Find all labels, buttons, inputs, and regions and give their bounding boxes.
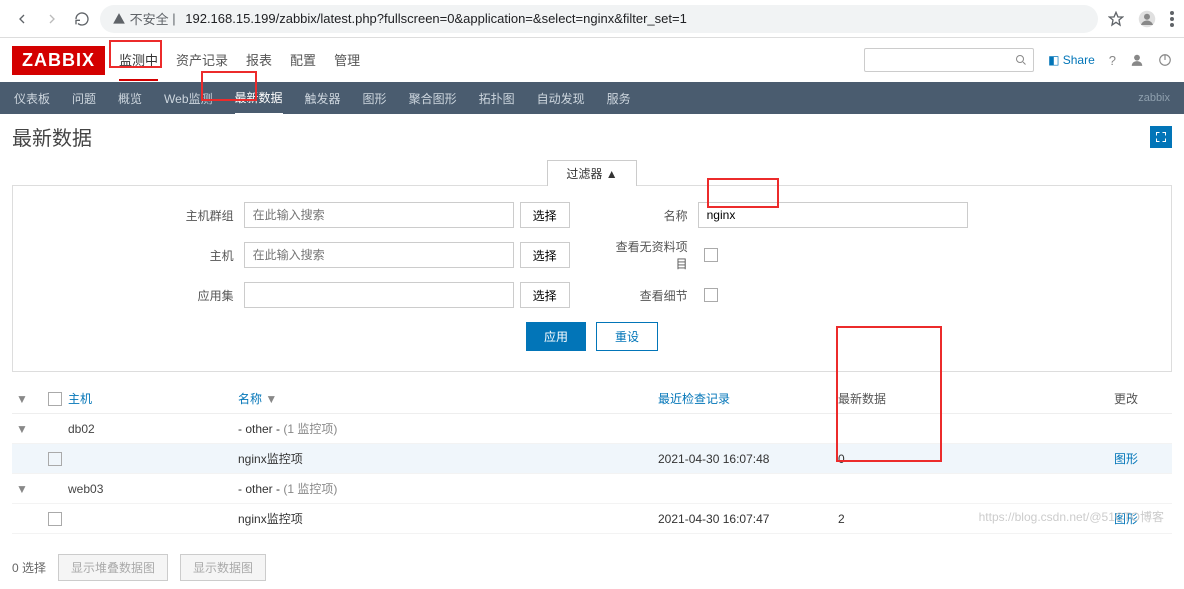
- filter-tab[interactable]: 过滤器 ▲: [547, 160, 636, 186]
- subnav-services[interactable]: 服务: [607, 90, 631, 107]
- input-name[interactable]: [698, 202, 968, 228]
- item-last-check: 2021-04-30 16:07:48: [658, 452, 838, 466]
- stacked-graph-button[interactable]: 显示堆叠数据图: [58, 554, 168, 581]
- item-name: nginx监控项: [238, 510, 658, 527]
- label-host: 主机: [174, 247, 234, 264]
- group-host: web03: [68, 482, 238, 496]
- reset-button[interactable]: 重设: [596, 322, 658, 351]
- th-name[interactable]: 名称: [238, 392, 262, 406]
- top-tab-admin[interactable]: 管理: [334, 40, 360, 81]
- insecure-warning: 不安全 |: [112, 9, 179, 28]
- table-group-row: ▼ db02 - other - (1 监控项): [12, 414, 1172, 444]
- table-group-row: ▼ web03 - other - (1 监控项): [12, 474, 1172, 504]
- checkbox-detail[interactable]: [704, 288, 718, 302]
- group-count: (1 监控项): [283, 482, 337, 496]
- user-icon[interactable]: [1130, 53, 1144, 67]
- back-icon[interactable]: [10, 7, 34, 31]
- subnav-overview[interactable]: 概览: [118, 90, 142, 107]
- label-host-group: 主机群组: [174, 207, 234, 224]
- input-host-group[interactable]: [244, 202, 514, 228]
- group-host: db02: [68, 422, 238, 436]
- star-icon[interactable]: [1108, 11, 1124, 27]
- help-icon[interactable]: ?: [1109, 53, 1116, 68]
- share-link[interactable]: ◧ Share: [1048, 53, 1095, 67]
- footer: 0 选择 显示堆叠数据图 显示数据图: [0, 546, 1184, 589]
- item-last-check: 2021-04-30 16:07:47: [658, 512, 838, 526]
- label-name: 名称: [608, 207, 688, 224]
- url-text: 192.168.15.199/zabbix/latest.php?fullscr…: [185, 11, 687, 26]
- logout-icon[interactable]: [1158, 53, 1172, 67]
- subnav-web[interactable]: Web监测: [164, 90, 212, 107]
- top-tab-config[interactable]: 配置: [290, 40, 316, 81]
- global-search[interactable]: [864, 48, 1034, 72]
- subnav-dashboard[interactable]: 仪表板: [14, 90, 50, 107]
- checkbox-all[interactable]: [48, 392, 62, 406]
- browser-bar: 不安全 | 192.168.15.199/zabbix/latest.php?f…: [0, 0, 1184, 38]
- logo[interactable]: ZABBIX: [12, 46, 105, 75]
- subnav-latest[interactable]: 最新数据: [235, 89, 283, 115]
- table-header: ▼ 主机 名称 ▼ 最近检查记录 最新数据 更改: [12, 384, 1172, 414]
- item-name: nginx监控项: [238, 450, 658, 467]
- label-no-data: 查看无资料项目: [608, 238, 688, 272]
- page-title: 最新数据: [12, 122, 92, 151]
- input-host[interactable]: [244, 242, 514, 268]
- subnav-screens[interactable]: 聚合图形: [409, 90, 457, 107]
- th-change: 更改: [1018, 390, 1138, 407]
- collapse-icon[interactable]: ▼: [16, 422, 42, 436]
- forward-icon[interactable]: [40, 7, 64, 31]
- page-title-row: 最新数据: [0, 114, 1184, 159]
- label-app: 应用集: [174, 287, 234, 304]
- select-host[interactable]: 选择: [520, 242, 570, 268]
- reload-icon[interactable]: [70, 7, 94, 31]
- subnav-triggers[interactable]: 触发器: [305, 90, 341, 107]
- selected-count: 0 选择: [12, 559, 46, 576]
- graph-link[interactable]: 图形: [1114, 452, 1138, 466]
- insecure-label: 不安全: [130, 9, 169, 28]
- table-row: nginx监控项 2021-04-30 16:07:48 0 图形: [12, 444, 1172, 474]
- filter-tab-row: 过滤器 ▲: [12, 159, 1172, 186]
- input-app[interactable]: [244, 282, 514, 308]
- top-tab-inventory[interactable]: 资产记录: [176, 40, 228, 81]
- apply-button[interactable]: 应用: [526, 322, 586, 351]
- collapse-icon[interactable]: ▼: [16, 482, 42, 496]
- group-count: (1 监控项): [283, 422, 337, 436]
- subnav-problems[interactable]: 问题: [72, 90, 96, 107]
- url-bar[interactable]: 不安全 | 192.168.15.199/zabbix/latest.php?f…: [100, 5, 1098, 33]
- collapse-all-icon[interactable]: ▼: [16, 392, 42, 406]
- select-host-group[interactable]: 选择: [520, 202, 570, 228]
- th-latest: 最新数据: [838, 390, 1018, 407]
- watermark: https://blog.csdn.net/@51CTO博客: [979, 508, 1164, 525]
- top-header: ZABBIX 监测中 资产记录 报表 配置 管理 ◧ Share ?: [0, 38, 1184, 82]
- th-last-check[interactable]: 最近检查记录: [658, 390, 838, 407]
- row-checkbox[interactable]: [48, 512, 62, 526]
- label-detail: 查看细节: [608, 287, 688, 304]
- top-tab-reports[interactable]: 报表: [246, 40, 272, 81]
- select-app[interactable]: 选择: [520, 282, 570, 308]
- row-checkbox[interactable]: [48, 452, 62, 466]
- top-tab-monitoring[interactable]: 监测中: [119, 40, 158, 81]
- th-host[interactable]: 主机: [68, 390, 238, 407]
- profile-icon[interactable]: [1138, 10, 1156, 28]
- subnav-maps[interactable]: 拓扑图: [479, 90, 515, 107]
- graph-button[interactable]: 显示数据图: [180, 554, 266, 581]
- group-label: - other -: [238, 422, 280, 436]
- subnav-right: zabbix: [1138, 92, 1170, 104]
- subnav-discovery[interactable]: 自动发现: [537, 90, 585, 107]
- subnav-graphs[interactable]: 图形: [363, 90, 387, 107]
- filter-body: 主机群组 选择 名称 主机 选择 查看无资料项目 应用集 选择 查看细节: [12, 186, 1172, 372]
- fullscreen-button[interactable]: [1150, 126, 1172, 148]
- checkbox-no-data[interactable]: [704, 248, 718, 262]
- group-label: - other -: [238, 482, 280, 496]
- menu-icon[interactable]: [1170, 11, 1174, 27]
- item-latest: 0: [838, 452, 1018, 466]
- sub-nav: 仪表板 问题 概览 Web监测 最新数据 触发器 图形 聚合图形 拓扑图 自动发…: [0, 82, 1184, 114]
